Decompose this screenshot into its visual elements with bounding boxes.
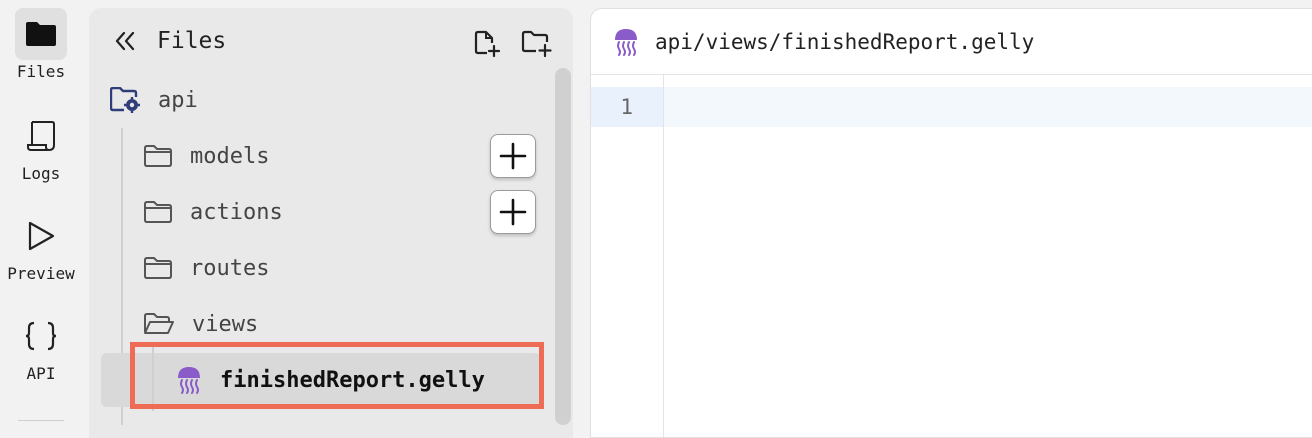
line-number: 1	[620, 95, 633, 119]
folder-open-icon	[144, 313, 174, 334]
line-number-gutter	[591, 75, 664, 437]
tree-folder-views[interactable]: views	[144, 300, 258, 348]
add-to-actions-button[interactable]	[490, 190, 536, 234]
folder-label: views	[192, 311, 259, 337]
collapse-panel-button[interactable]	[111, 26, 139, 56]
new-folder-button[interactable]	[521, 28, 553, 60]
folder-gear-icon	[110, 87, 140, 113]
tree-folder-models[interactable]: models	[144, 132, 269, 180]
rail-item-preview[interactable]: Preview	[0, 210, 82, 283]
rail-item-logs[interactable]: Logs	[0, 110, 82, 183]
jellyfish-icon	[613, 27, 639, 57]
add-to-models-button[interactable]	[490, 134, 536, 178]
activity-rail: Files Logs Preview API	[0, 0, 82, 425]
double-chevron-left-icon	[115, 31, 135, 51]
selection-highlight-box	[130, 342, 544, 409]
rail-label: API	[26, 364, 56, 383]
folder-icon	[144, 201, 172, 223]
plus-icon	[499, 198, 527, 226]
rail-label: Files	[16, 62, 66, 81]
new-file-button[interactable]	[471, 28, 503, 60]
folder-icon	[15, 8, 67, 60]
braces-icon	[15, 310, 67, 362]
folder-label: routes	[190, 255, 270, 281]
rail-label: Logs	[21, 164, 61, 183]
rail-item-files[interactable]: Files	[0, 8, 82, 81]
rail-item-api[interactable]: API	[0, 310, 82, 383]
panel-title: Files	[157, 28, 227, 54]
editor-tab-path: api/views/finishedReport.gelly	[655, 29, 1035, 54]
editor-tab[interactable]: api/views/finishedReport.gelly	[591, 9, 1312, 75]
panel-scrollbar[interactable]	[555, 68, 571, 425]
folder-label: models	[190, 143, 270, 169]
rail-label: Preview	[7, 264, 75, 283]
tree-root-api[interactable]: api	[110, 76, 198, 124]
folder-icon	[144, 257, 172, 279]
plus-icon	[499, 142, 527, 170]
file-plus-icon	[474, 30, 501, 58]
folder-label: actions	[190, 199, 283, 225]
tree-folder-routes[interactable]: routes	[144, 244, 269, 292]
scroll-icon	[15, 110, 67, 162]
code-editor: api/views/finishedReport.gelly 1	[590, 8, 1312, 438]
editor-active-line[interactable]	[664, 87, 1312, 127]
tree-root-label: api	[158, 87, 198, 113]
play-icon	[15, 210, 67, 262]
rail-divider	[18, 420, 64, 421]
panel-header: Files	[89, 8, 573, 78]
folder-icon	[144, 145, 172, 167]
folder-plus-icon	[521, 30, 552, 58]
tree-folder-actions[interactable]: actions	[144, 188, 283, 236]
